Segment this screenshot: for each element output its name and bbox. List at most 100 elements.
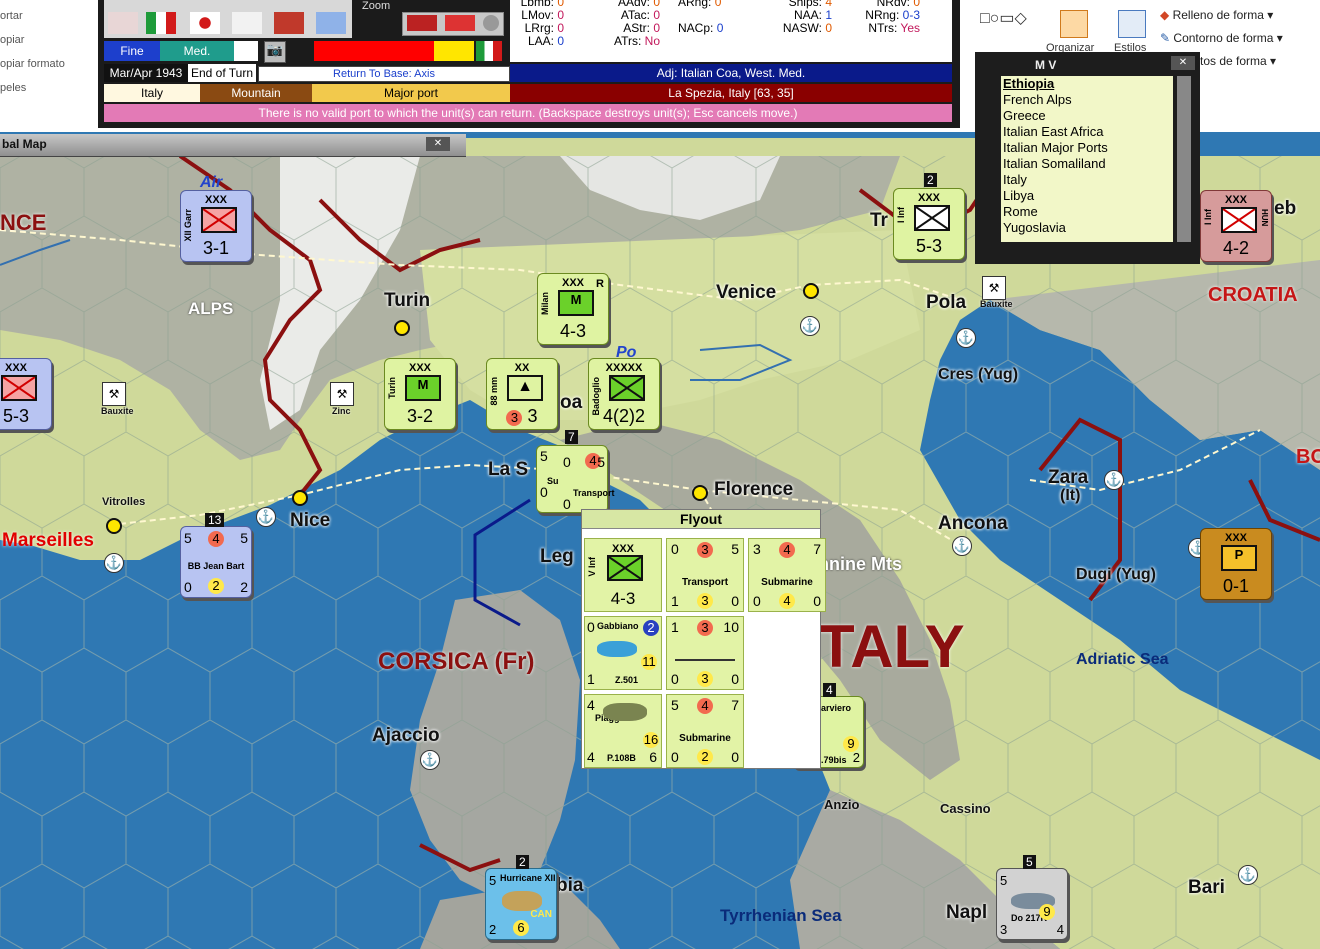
stat-label: NASW: xyxy=(782,21,822,35)
range-value: 11 xyxy=(641,654,657,670)
aa-value: 4 xyxy=(779,542,795,558)
city-dot-turin[interactable] xyxy=(394,320,410,336)
ship-name: BB Jean Bart xyxy=(187,561,245,571)
mv-item[interactable]: Greece xyxy=(1001,108,1173,124)
unit-counter-hurricane[interactable]: 2 5 Hurricane XII CAN 2 6 xyxy=(485,855,557,940)
arrange-icon[interactable] xyxy=(1060,10,1088,38)
turn-phase: End of Turn xyxy=(188,64,256,82)
stack-count: 2 xyxy=(516,855,529,869)
flyout-unit-piaggio[interactable]: 4 Piaggio 16 4 P.108B 6 xyxy=(584,694,662,768)
city-naples: Napl xyxy=(946,902,988,923)
stat-label: NACp: xyxy=(678,21,714,35)
city-dot-marseilles[interactable] xyxy=(106,518,122,534)
flyout-panel[interactable]: Flyout XXX V Inf 4-3 0 3 5 Transport 1 3… xyxy=(581,509,826,769)
defense-value: 7 xyxy=(813,541,821,557)
map-edge-strip xyxy=(466,138,976,156)
ussr-flag-icon xyxy=(445,15,475,31)
mv-scrollbar[interactable] xyxy=(1177,76,1191,242)
unit-strength: 0-1 xyxy=(1222,576,1249,596)
nation-flags-bar[interactable] xyxy=(104,0,352,38)
mv-item[interactable]: Ethiopia xyxy=(1001,76,1173,92)
stat-label: NTrs: xyxy=(868,21,898,35)
stat-label: NRng: xyxy=(865,8,900,22)
flyout-unit-v-inf[interactable]: XXX V Inf 4-3 xyxy=(584,538,662,612)
return-to-base-field[interactable]: Return To Base: Axis xyxy=(258,66,510,82)
unit-counter-do217[interactable]: 5 5 Do 217K 3 9 4 xyxy=(996,855,1068,940)
stat-label: LAA: xyxy=(527,34,554,48)
unit-strength: 3-2 xyxy=(406,406,433,426)
flyout-unit-gabbiano[interactable]: 0 Gabbiano 2 11 Z.501 1 xyxy=(584,616,662,690)
aircraft-name: Gabbiano xyxy=(597,621,639,631)
unit-size: XXX xyxy=(1224,532,1247,544)
city-dot-nice[interactable] xyxy=(292,490,308,506)
mv-window[interactable]: M V ✕ Ethiopia French Alps Greece Italia… xyxy=(975,52,1200,264)
gear-icon[interactable] xyxy=(483,15,499,31)
china-flag-icon[interactable] xyxy=(274,12,304,34)
shore-value: 0 xyxy=(184,579,192,595)
city-dot-venice[interactable] xyxy=(803,283,819,299)
japan-flag-icon[interactable] xyxy=(190,12,220,34)
unit-name: I Inf xyxy=(1203,209,1213,225)
flyout-unit-transport-1[interactable]: 0 3 5 Transport 1 3 0 xyxy=(666,538,744,612)
sub-label: Su xyxy=(547,476,559,486)
shape-outline-button[interactable]: ✎ Contorno de forma ▾ xyxy=(1160,31,1283,54)
shape-fill-button[interactable]: ◆ Relleno de forma ▾ xyxy=(1160,8,1283,31)
flag-icon[interactable] xyxy=(108,12,138,34)
city-dot-florence[interactable] xyxy=(692,485,708,501)
uk-flag-icon[interactable] xyxy=(316,12,346,34)
unit-counter-hun[interactable]: XXX I Inf HUN 4-2 xyxy=(1200,190,1272,262)
mv-list[interactable]: Ethiopia French Alps Greece Italian East… xyxy=(1001,76,1173,242)
mv-item[interactable]: Italy xyxy=(1001,172,1173,188)
cut-button[interactable]: ortar xyxy=(0,10,90,34)
shapes-gallery-icon[interactable]: □○▭◇ xyxy=(980,8,1027,28)
unit-counter-xii-garr[interactable]: XXX XII Garr 3-1 xyxy=(180,190,252,262)
shape-fill-label: Relleno de forma xyxy=(1172,8,1264,22)
format-painter-button[interactable]: opiar formato xyxy=(0,58,90,82)
unit-counter-yug[interactable]: XXX P 0-1 xyxy=(1200,528,1272,600)
city-turin: Turin xyxy=(384,290,431,311)
flag-selector[interactable] xyxy=(402,12,504,36)
unit-counter-badoglio[interactable]: XXXXX Badoglio 4(2)2 xyxy=(588,358,660,430)
pen-icon: ✎ xyxy=(1160,31,1171,45)
unit-counter-i-inf[interactable]: 2 XXX I Inf 5-3 xyxy=(893,173,965,260)
unit-counter-turin[interactable]: XXX Turin M 3-2 xyxy=(384,358,456,430)
mv-item[interactable]: Italian Major Ports xyxy=(1001,140,1173,156)
unit-info-window[interactable]: Zoom Lbmb: 0 LMov: 0 LRrg: 0 LAA: 0 AAdv… xyxy=(98,0,960,128)
flyout-unit-submarine-1[interactable]: 3 4 7 Submarine 0 4 0 xyxy=(748,538,826,612)
aircraft-model: P.108B xyxy=(607,753,636,763)
unit-counter-milan[interactable]: XXX R Milan M 4-3 xyxy=(537,273,609,345)
mv-item[interactable]: Italian East Africa xyxy=(1001,124,1173,140)
close-icon[interactable]: ✕ xyxy=(426,137,450,151)
sea-area-indicator: Med. xyxy=(160,41,234,61)
mv-item[interactable]: French Alps xyxy=(1001,92,1173,108)
seaplane-icon xyxy=(597,641,637,657)
color-bar-yellow xyxy=(434,41,474,61)
copy-button[interactable]: opiar xyxy=(0,34,90,58)
city-la-spezia: La S xyxy=(488,459,529,480)
port-anchor-icon: ⚓ xyxy=(800,316,820,336)
global-map-titlebar[interactable]: bal Map ✕ xyxy=(0,134,466,157)
mv-item[interactable]: Yugoslavia xyxy=(1001,220,1173,236)
quick-styles-icon[interactable] xyxy=(1118,10,1146,38)
attack-value: 5 xyxy=(489,873,497,888)
unit-size: XXX xyxy=(1224,194,1247,206)
mv-item[interactable]: Libya xyxy=(1001,188,1173,204)
unit-strength: 5-3 xyxy=(915,236,942,256)
camera-icon[interactable]: 📷 xyxy=(264,41,286,63)
close-icon[interactable]: ✕ xyxy=(1171,56,1195,70)
flyout-unit-submarine-2[interactable]: 5 4 7 Submarine 0 2 0 xyxy=(666,694,744,768)
aa-value: 4 xyxy=(208,531,224,547)
flyout-unit-transport-2[interactable]: 1 3 10 0 3 0 xyxy=(666,616,744,690)
italy-flag-icon[interactable] xyxy=(146,12,176,34)
unit-counter-left-edge[interactable]: XXX 5-3 xyxy=(0,358,52,430)
label-apennine: nnine Mts xyxy=(818,554,902,574)
city-zara: Zara xyxy=(1048,467,1089,488)
unit-counter-la-spezia-stack[interactable]: 7 5 0 4 5 Su Transport 0 0 xyxy=(536,430,615,513)
mv-item[interactable]: Italian Somaliland xyxy=(1001,156,1173,172)
mv-item[interactable]: Rome xyxy=(1001,204,1173,220)
unit-counter-aa[interactable]: XX 88 mm ▲ 3 3 xyxy=(486,358,558,430)
hex-nation: Italy xyxy=(104,84,200,102)
unit-name: V Inf xyxy=(587,557,597,577)
unit-counter-jean-bart[interactable]: 13 5 4 5 BB Jean Bart 0 2 2 xyxy=(180,513,252,598)
flag-icon[interactable] xyxy=(232,12,262,34)
